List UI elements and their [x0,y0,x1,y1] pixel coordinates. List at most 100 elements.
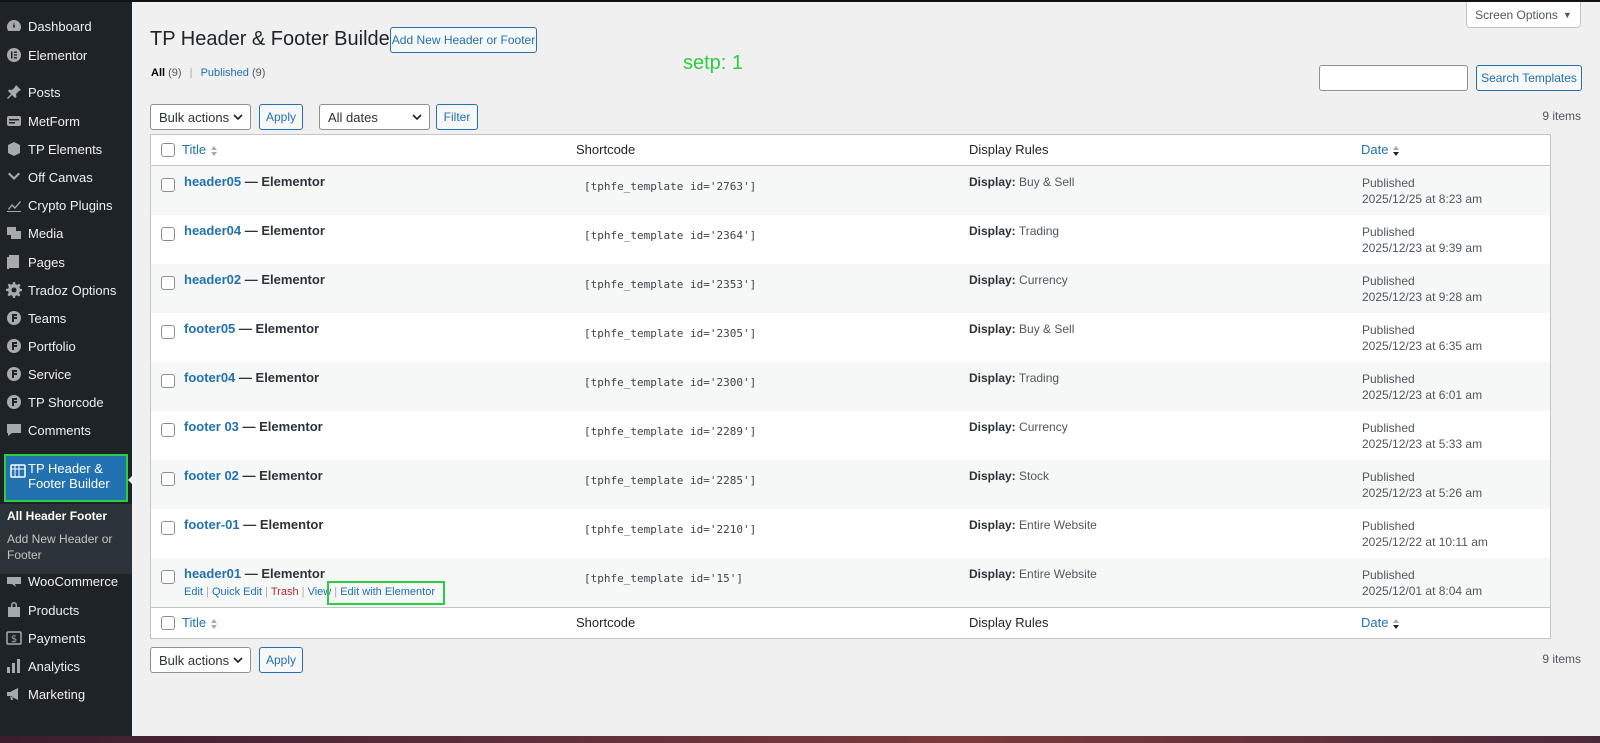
search-templates-button[interactable]: Search Templates [1476,65,1582,91]
chevron-down-icon [6,169,22,185]
row-title: header05 — Elementor [184,174,325,189]
templates-table: Title Shortcode Display Rules Date heade… [150,134,1551,639]
sidebar-item-media[interactable]: Media [0,220,132,246]
submenu-all-header-footer[interactable]: All Header Footer [7,508,107,524]
column-title-label: Title [182,142,207,157]
screen-options-button[interactable]: Screen Options ▼ [1466,2,1581,28]
date-value: 2025/12/23 at 5:33 am [1362,437,1483,451]
column-date-footer[interactable]: Date [1361,615,1400,630]
sidebar-item-tp-shorcode[interactable]: TP Shorcode [0,389,132,415]
screen-options-label: Screen Options [1475,7,1558,22]
status: Published [1362,372,1415,386]
row-checkbox[interactable] [161,227,175,241]
template-title-link[interactable]: header01 [184,566,241,581]
shortcode: [tphfe_template id='2285'] [584,474,757,487]
row-checkbox[interactable] [161,570,175,584]
template-title-link[interactable]: header02 [184,272,241,287]
sidebar-item-service[interactable]: Service [0,361,132,387]
apply-button[interactable]: Apply [259,104,303,130]
shortcode: [tphfe_template id='2210'] [584,523,757,536]
table-row: footer04 — Elementor [tphfe_template id=… [151,362,1550,411]
sidebar-item-products[interactable]: Products [0,597,132,623]
sidebar-item-portfolio[interactable]: Portfolio [0,333,132,359]
date-cell: Published 2025/12/23 at 6:01 am [1362,371,1482,403]
action-separator: | [301,586,305,598]
submenu: All Header Footer Add New Header or Foot… [0,504,132,574]
sidebar-item-teams[interactable]: Teams [0,305,132,331]
edit-link[interactable]: Edit [184,586,203,598]
row-checkbox[interactable] [161,178,175,192]
apply-button-bottom[interactable]: Apply [259,647,303,673]
main-content: Screen Options ▼ TP Header & Footer Buil… [132,2,1600,736]
sidebar-item-label: Marketing [28,686,86,702]
post-state: — Elementor [238,419,323,434]
column-title[interactable]: Title [182,142,218,157]
sidebar-item-label: TP Shorcode [28,394,104,410]
circle-icon [6,310,22,326]
select-all-checkbox[interactable] [161,143,175,157]
sidebar-item-posts[interactable]: Posts [0,79,132,105]
row-checkbox[interactable] [161,521,175,535]
sidebar-item-label: Posts [28,84,61,100]
display-rule: Display: Buy & Sell [969,322,1074,336]
sidebar-item-analytics[interactable]: Analytics [0,653,132,679]
row-checkbox[interactable] [161,423,175,437]
dates-select[interactable]: All dates [319,104,430,130]
sidebar-item-tp-header-footer-builder[interactable]: TP Header & Footer Builder [4,454,136,502]
filter-button[interactable]: Filter [436,104,478,130]
date-value: 2025/12/01 at 8:04 am [1362,584,1483,598]
date-value: 2025/12/25 at 8:23 am [1362,192,1483,206]
items-count: 9 items [1542,109,1581,123]
sidebar-item-elementor[interactable]: Elementor [0,42,132,68]
sidebar-item-crypto-plugins[interactable]: Crypto Plugins [0,192,132,218]
submenu-add-new[interactable]: Add New Header or Footer [7,531,117,563]
column-title-label: Title [182,615,207,630]
table-row: footer 02 — Elementor [tphfe_template id… [151,460,1550,509]
sidebar-item-tp-elements[interactable]: TP Elements [0,136,132,162]
add-new-button[interactable]: Add New Header or Footer [390,27,537,53]
template-title-link[interactable]: footer 02 [184,468,239,483]
display-rule: Display: Buy & Sell [969,175,1074,189]
display-value: Buy & Sell [1019,322,1075,336]
column-date[interactable]: Date [1361,142,1400,157]
sidebar-item-marketing[interactable]: Marketing [0,681,132,707]
sidebar-item-pages[interactable]: Pages [0,249,132,275]
status: Published [1362,323,1415,337]
view-published-link[interactable]: Published [201,67,249,79]
template-title-link[interactable]: header04 [184,223,241,238]
sidebar-item-tradoz-options[interactable]: Tradoz Options [0,277,132,303]
table-row: header02 — Elementor [tphfe_template id=… [151,264,1550,313]
bulk-actions-select[interactable]: Bulk actions [150,104,251,130]
sidebar-item-payments[interactable]: $ Payments [0,625,132,651]
row-checkbox[interactable] [161,472,175,486]
svg-text:$: $ [11,634,17,645]
pages-icon [6,254,22,270]
trash-link[interactable]: Trash [271,586,299,598]
template-title-link[interactable]: footer 03 [184,419,239,434]
sidebar-item-metform[interactable]: MetForm [0,108,132,134]
sidebar-item-off-canvas[interactable]: Off Canvas [0,164,132,190]
bulk-actions-select-bottom[interactable]: Bulk actions [150,647,251,673]
search-input[interactable] [1319,65,1468,91]
column-shortcode: Shortcode [576,142,636,157]
display-rule: Display: Currency [969,273,1068,287]
row-checkbox[interactable] [161,374,175,388]
row-checkbox[interactable] [161,325,175,339]
template-title-link[interactable]: footer04 [184,370,235,385]
template-title-link[interactable]: header05 [184,174,241,189]
display-prefix: Display: [969,224,1016,238]
sidebar-item-dashboard[interactable]: Dashboard [0,13,132,39]
grid-icon [10,463,26,479]
template-title-link[interactable]: footer05 [184,321,235,336]
row-checkbox[interactable] [161,276,175,290]
column-title-footer[interactable]: Title [182,615,218,630]
view-all-link[interactable]: All [151,67,165,79]
sidebar-item-woocommerce[interactable]: WooCommerce [0,568,132,594]
post-state: — Elementor [241,174,325,189]
row-title: footer05 — Elementor [184,321,319,336]
sidebar-item-comments[interactable]: Comments [0,417,132,443]
select-all-checkbox-footer[interactable] [161,616,175,630]
template-title-link[interactable]: footer-01 [184,517,240,532]
table-footer: Title Shortcode Display Rules Date [151,607,1550,638]
quick-edit-link[interactable]: Quick Edit [212,586,262,598]
